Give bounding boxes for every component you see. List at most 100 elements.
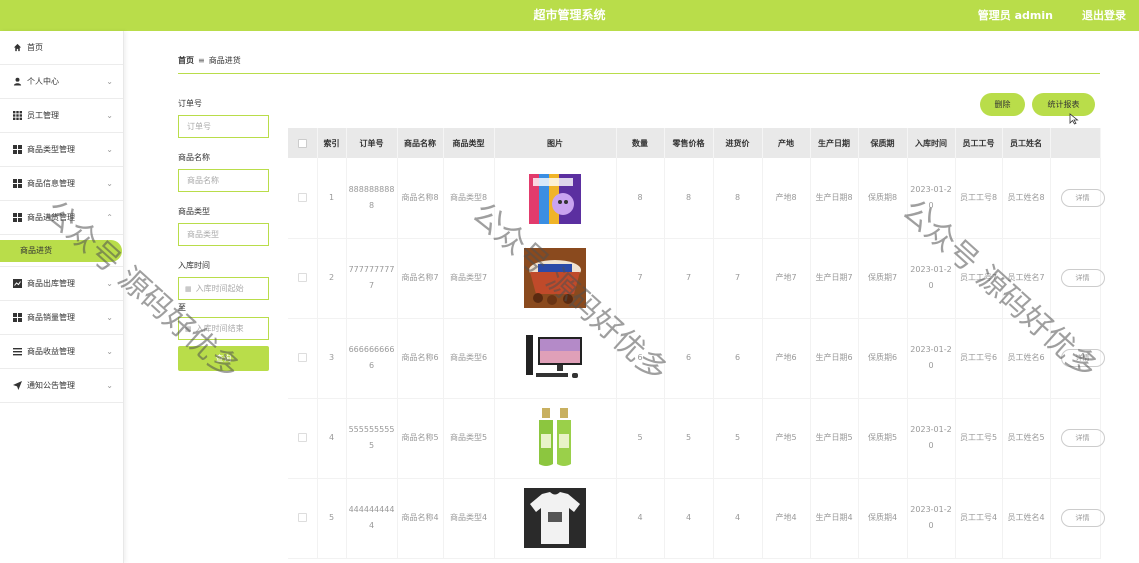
sidebar-item-staff[interactable]: 员工管理 ⌄ xyxy=(0,99,123,133)
breadcrumb-home[interactable]: 首页 xyxy=(178,56,194,65)
col-header: 进货价 xyxy=(713,128,763,158)
chart-icon xyxy=(12,279,22,289)
cell-purchase: 4 xyxy=(713,478,763,559)
detail-button[interactable]: 详情 xyxy=(1060,188,1105,207)
name-label: 商品名称 xyxy=(178,153,210,162)
cell-image xyxy=(494,478,617,559)
sidebar-item-revenue[interactable]: 商品收益管理 ⌄ xyxy=(0,335,123,369)
cell-time: 2023-01-20 xyxy=(907,478,956,559)
product-image-desktop-computer xyxy=(526,335,582,378)
order-input[interactable]: 订单号 xyxy=(178,115,269,138)
cell-time: 2023-01-20 xyxy=(907,398,956,479)
cell-origin: 产地7 xyxy=(762,238,811,319)
select-all-cell[interactable] xyxy=(288,128,318,158)
col-header: 入库时间 xyxy=(907,128,956,158)
col-header: 索引 xyxy=(317,128,347,158)
cell-mfg: 生产日期6 xyxy=(810,318,859,399)
cell-name: 商品名称7 xyxy=(397,238,444,319)
sidebar-item-sales[interactable]: 商品销量管理 ⌄ xyxy=(0,301,123,335)
cell-order: 6666666666 xyxy=(346,318,398,399)
cell-image xyxy=(494,398,617,479)
type-input[interactable]: 商品类型 xyxy=(178,223,269,246)
chevron-up-icon: ⌃ xyxy=(106,213,113,222)
cell-type: 商品类型6 xyxy=(443,318,495,399)
row-checkbox[interactable] xyxy=(297,513,307,522)
row-checkbox[interactable] xyxy=(297,353,307,362)
row-select-cell[interactable] xyxy=(288,238,318,319)
cell-order: 4444444444 xyxy=(346,478,398,559)
select-all-checkbox[interactable] xyxy=(297,138,307,148)
chevron-down-icon: ⌄ xyxy=(106,313,113,322)
sidebar-item-personal-center[interactable]: 个人中心 ⌄ xyxy=(0,65,123,99)
cell-emp-name: 员工姓名5 xyxy=(1002,398,1051,479)
cell-mfg: 生产日期5 xyxy=(810,398,859,479)
cell-purchase: 7 xyxy=(713,238,763,319)
row-select-cell[interactable] xyxy=(288,158,318,239)
cell-index: 2 xyxy=(317,238,347,319)
stats-report-button[interactable]: 统计报表 xyxy=(1032,93,1095,116)
table-row: 4 5555555555 商品名称5 商品类型5 5 5 5 产地5 生产日期5… xyxy=(288,398,1105,479)
sidebar-item-label: 首页 xyxy=(27,43,43,52)
top-bar: 超市管理系统 管理员 admin 退出登录 xyxy=(0,0,1139,31)
chevron-down-icon: ⌄ xyxy=(106,347,113,356)
cell-retail: 5 xyxy=(664,398,714,479)
col-header: 零售价格 xyxy=(664,128,714,158)
row-checkbox[interactable] xyxy=(297,192,307,202)
logout-button[interactable]: 退出登录 xyxy=(1082,7,1126,23)
sidebar-item-label: 商品销量管理 xyxy=(27,313,75,322)
detail-button[interactable]: 详情 xyxy=(1060,509,1105,527)
cell-origin: 产地5 xyxy=(762,398,811,479)
list-icon xyxy=(12,347,22,357)
cell-order: 7777777777 xyxy=(346,238,398,319)
detail-button[interactable]: 详情 xyxy=(1060,269,1105,287)
sidebar-item-product-type[interactable]: 商品类型管理 ⌄ xyxy=(0,133,123,167)
table-row: 1 8888888888 商品名称8 商品类型8 8 8 8 产地8 生产日期8 xyxy=(288,158,1105,239)
cell-emp-no: 员工工号4 xyxy=(955,478,1003,559)
row-select-cell[interactable] xyxy=(288,398,318,479)
cell-emp-no: 员工工号5 xyxy=(955,398,1003,479)
cell-mfg: 生产日期8 xyxy=(810,158,859,239)
sidebar-item-notice[interactable]: 通知公告管理 ⌄ xyxy=(0,369,123,403)
start-date-input[interactable]: ▦ 入库时间起始 xyxy=(178,277,269,300)
col-header: 保质期 xyxy=(858,128,908,158)
sidebar-item-label: 商品出库管理 xyxy=(27,279,75,288)
cell-qty: 5 xyxy=(616,398,665,479)
cell-origin: 产地4 xyxy=(762,478,811,559)
product-image-white-tshirt xyxy=(524,488,586,548)
cell-emp-name: 员工姓名4 xyxy=(1002,478,1051,559)
cell-index: 4 xyxy=(317,398,347,479)
purchase-table: 索引 订单号 商品名称 商品类型 图片 数量 零售价格 进货价 产地 生产日期 … xyxy=(288,128,1105,559)
cell-name: 商品名称6 xyxy=(397,318,444,399)
cell-purchase: 8 xyxy=(713,158,763,239)
detail-button[interactable]: 详情 xyxy=(1060,429,1105,447)
row-checkbox[interactable] xyxy=(297,273,307,282)
cell-shelf: 保质期4 xyxy=(858,478,908,559)
sidebar-item-home[interactable]: 首页 xyxy=(0,31,123,65)
cell-index: 1 xyxy=(317,158,347,239)
mouse-cursor-icon xyxy=(1069,113,1079,125)
cell-origin: 产地6 xyxy=(762,318,811,399)
name-input[interactable]: 商品名称 xyxy=(178,169,269,192)
breadcrumb-current: 商品进货 xyxy=(208,56,241,65)
row-select-cell[interactable] xyxy=(288,478,318,559)
col-header: 生产日期 xyxy=(810,128,859,158)
col-header: 产地 xyxy=(762,128,811,158)
cell-retail: 7 xyxy=(664,238,714,319)
row-checkbox[interactable] xyxy=(297,433,307,442)
row-select-cell[interactable] xyxy=(288,318,318,399)
cell-name: 商品名称5 xyxy=(397,398,444,479)
col-header: 商品名称 xyxy=(397,128,444,158)
cell-qty: 4 xyxy=(616,478,665,559)
cell-emp-no: 员工工号6 xyxy=(955,318,1003,399)
cell-time: 2023-01-20 xyxy=(907,318,956,399)
delete-button[interactable]: 删除 xyxy=(980,93,1025,116)
cell-actions: 详情 xyxy=(1050,238,1105,319)
cell-mfg: 生产日期7 xyxy=(810,238,859,319)
col-header: 图片 xyxy=(494,128,617,158)
apps-icon xyxy=(12,313,22,323)
cell-purchase: 5 xyxy=(713,398,763,479)
col-header: 数量 xyxy=(616,128,665,158)
time-label: 入库时间 xyxy=(178,261,210,270)
sidebar-item-label: 商品类型管理 xyxy=(27,145,75,154)
order-label: 订单号 xyxy=(178,99,202,108)
